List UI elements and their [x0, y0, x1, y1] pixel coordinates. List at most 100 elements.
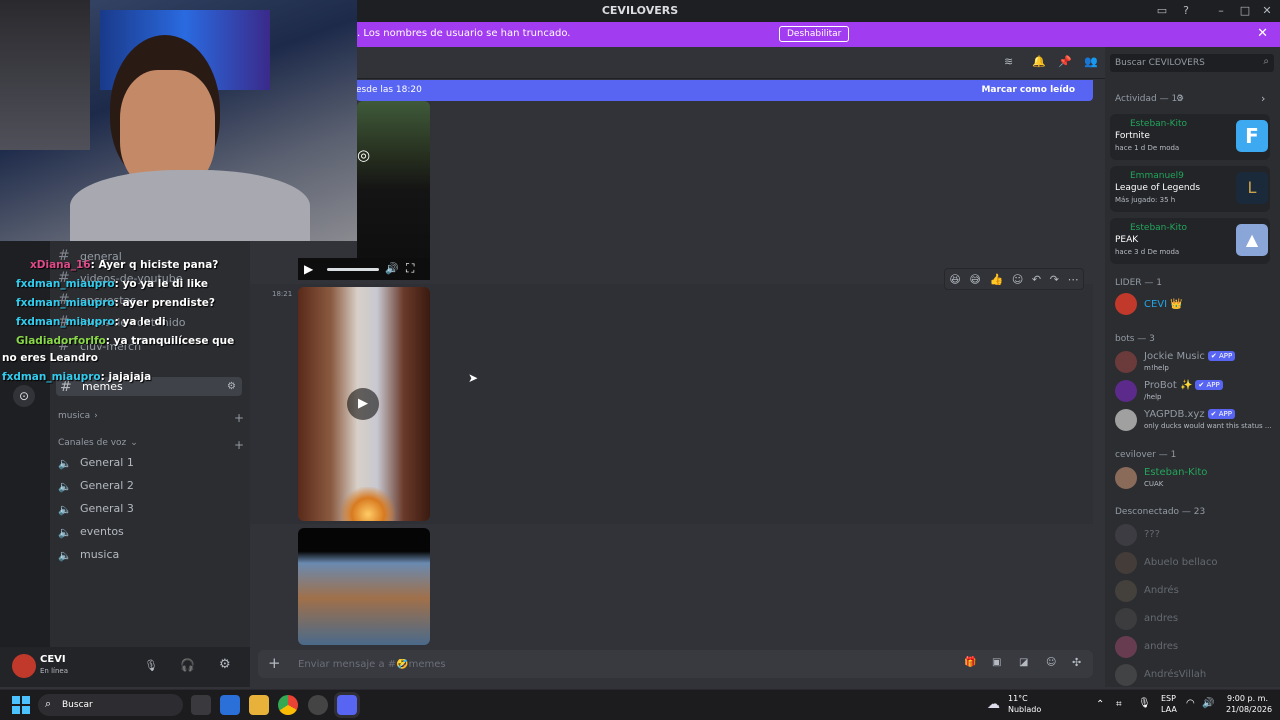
member-item[interactable]: andres: [1113, 606, 1273, 634]
gif-icon[interactable]: ▣: [992, 657, 1001, 668]
reaction-icon[interactable]: 😅: [969, 273, 980, 286]
avatar: [1115, 664, 1137, 686]
language[interactable]: ESP: [1161, 694, 1176, 703]
wifi-icon[interactable]: ◠: [1186, 698, 1195, 709]
chrome-icon[interactable]: [278, 695, 298, 715]
windows-taskbar: ⌕ ☁ 11°C Nublado ⌃ ⌗ 🎙 ESP LAA ◠ 🔊 9:00 …: [0, 689, 1280, 720]
inbox-icon[interactable]: ▭: [1155, 4, 1169, 18]
category-musica[interactable]: musica › +: [58, 411, 244, 425]
add-attachment-icon[interactable]: +: [268, 655, 281, 671]
member-item[interactable]: Esteban-Kito CUAK: [1113, 465, 1273, 493]
fullscreen-icon[interactable]: ⛶: [406, 261, 414, 276]
activity-card[interactable]: Emmanuel9 League of Legends Más jugado: …: [1110, 166, 1270, 212]
more-icon[interactable]: ⋯: [1068, 273, 1079, 286]
search-icon: ⌕: [45, 697, 52, 710]
gear-icon[interactable]: ⚙: [1176, 94, 1184, 104]
member-item[interactable]: Andrés: [1113, 578, 1273, 606]
voice-channel[interactable]: 🔈 General 3: [58, 497, 244, 520]
microphone-icon[interactable]: 🎙: [144, 659, 158, 672]
close-banner-icon[interactable]: ✕: [1257, 26, 1268, 41]
member-item[interactable]: Jockie Music ✔ APP m!help: [1113, 349, 1273, 377]
minimize-icon[interactable]: –: [1214, 4, 1228, 18]
mark-as-read[interactable]: Marcar como leído: [981, 85, 1075, 95]
emoji-icon[interactable]: ☺: [1046, 657, 1056, 668]
peak-icon: ▲: [1236, 224, 1268, 256]
member-item[interactable]: Abuelo bellaco: [1113, 550, 1273, 578]
add-reaction-icon[interactable]: ☺: [1012, 273, 1023, 286]
network-icon[interactable]: ⌗: [1116, 699, 1122, 710]
mic-icon[interactable]: 🎙: [1138, 698, 1151, 709]
avatar: [1115, 608, 1137, 630]
thumbs-up-icon[interactable]: 👍: [990, 273, 1004, 286]
user-settings-icon[interactable]: ⚙: [219, 657, 231, 672]
taskbar-search-input[interactable]: [62, 698, 142, 712]
message-input[interactable]: [298, 656, 898, 672]
volume-icon[interactable]: 🔊: [385, 262, 399, 275]
headphones-icon[interactable]: 🎧: [180, 658, 195, 672]
speaker-icon: 🔈: [58, 548, 72, 562]
member-item[interactable]: YAGPDB.xyz ✔ APP only ducks would want th…: [1113, 407, 1273, 435]
search-icon[interactable]: ⌕: [1263, 56, 1269, 67]
avatar[interactable]: [12, 654, 36, 678]
stream-chat-line: no eres Leandro: [2, 352, 98, 364]
add-channel-icon[interactable]: +: [234, 438, 244, 452]
wall-posters: [0, 0, 90, 150]
bell-icon[interactable]: 🔔: [1032, 55, 1046, 68]
chevron-right-icon[interactable]: ›: [1261, 92, 1265, 105]
threads-icon[interactable]: ≋: [1004, 55, 1013, 68]
activity-card[interactable]: Esteban-Kito PEAK hace 3 d De moda ▲: [1110, 218, 1270, 264]
server-search: ⌕: [1110, 54, 1274, 72]
reply-icon[interactable]: ↶: [1032, 273, 1041, 286]
play-icon[interactable]: ▶: [304, 262, 313, 276]
add-channel-icon[interactable]: +: [234, 411, 244, 425]
progress-track[interactable]: [327, 268, 379, 271]
new-messages-bar[interactable]: esde las 18:20 Marcar como leído: [356, 80, 1093, 101]
video-embed[interactable]: ▶: [298, 287, 430, 521]
taskbar-search: ⌕: [38, 694, 183, 716]
search-input[interactable]: [1115, 56, 1255, 70]
voice-channel[interactable]: 🔈 General 2: [58, 474, 244, 497]
forward-icon[interactable]: ↷: [1050, 273, 1059, 286]
activity-card[interactable]: Esteban-Kito Fortnite hace 1 d De moda F: [1110, 114, 1270, 160]
apps-icon[interactable]: ✣: [1072, 656, 1081, 669]
app-icon[interactable]: [220, 695, 240, 715]
mouse-cursor: ➤: [468, 371, 479, 385]
app-badge: ✔ APP: [1207, 351, 1236, 361]
volume-icon[interactable]: 🔊: [1202, 698, 1214, 709]
member-item[interactable]: ???: [1113, 522, 1273, 550]
video-embed[interactable]: [298, 528, 430, 645]
reaction-icon[interactable]: 😆: [949, 273, 960, 286]
pin-icon[interactable]: 📌: [1058, 55, 1072, 68]
gift-icon[interactable]: 🎁: [964, 657, 976, 668]
group-header: bots — 3: [1115, 334, 1155, 344]
language-layout: LAA: [1161, 705, 1177, 714]
member-item[interactable]: AndrésVillah: [1113, 662, 1273, 690]
message-timestamp: 18:21: [272, 290, 293, 298]
weather-desc: Nublado: [1008, 705, 1042, 714]
stream-chat-line: fxdman_miaupro: ayer prendiste?: [16, 297, 215, 309]
member-item[interactable]: CEVI 👑: [1113, 291, 1273, 319]
windows-start-icon[interactable]: [12, 696, 30, 714]
member-item[interactable]: ProBot ✨ ✔ APP /help: [1113, 378, 1273, 406]
stream-chat-line: Gladiadorforlfo: ya tranquilícese que: [16, 335, 235, 347]
chevron-up-icon[interactable]: ⌃: [1096, 699, 1104, 710]
voice-channel[interactable]: 🔈 musica: [58, 543, 244, 566]
member-item[interactable]: andres: [1113, 634, 1273, 662]
user-panel: CEVI En línea 🎙 🎧 ⚙: [0, 647, 250, 687]
obs-icon[interactable]: [308, 695, 328, 715]
task-view-icon[interactable]: [191, 695, 211, 715]
voice-channel[interactable]: 🔈 eventos: [58, 520, 244, 543]
clock-time[interactable]: 9:00 p. m.: [1226, 694, 1268, 703]
members-icon[interactable]: 👥: [1084, 55, 1098, 68]
sticker-icon[interactable]: ◪: [1019, 657, 1028, 668]
help-icon[interactable]: ?: [1179, 4, 1193, 18]
video-embed[interactable]: ◎: [357, 101, 430, 279]
discord-icon[interactable]: [337, 695, 357, 715]
voice-channel[interactable]: 🔈 General 1: [58, 451, 244, 474]
play-icon[interactable]: ▶: [347, 388, 379, 420]
close-window-icon[interactable]: ✕: [1260, 4, 1274, 18]
file-explorer-icon[interactable]: [249, 695, 269, 715]
maximize-icon[interactable]: □: [1238, 4, 1252, 18]
disable-streamer-button[interactable]: Deshabilitar: [779, 26, 850, 42]
category-voice[interactable]: Canales de voz ⌄ +: [58, 438, 244, 452]
